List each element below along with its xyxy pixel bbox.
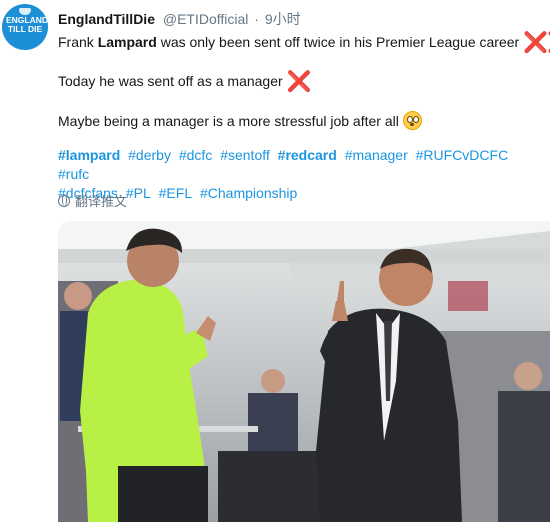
photo-illustration	[58, 221, 550, 522]
translate-label: 翻译推文	[75, 194, 128, 209]
hashtag[interactable]: #sentoff	[220, 147, 270, 163]
tweet-photo[interactable]	[58, 221, 550, 522]
user-handle[interactable]: @ETIDofficial	[163, 11, 249, 27]
shield-icon	[19, 8, 31, 15]
avatar-text-line-2: TILL DIE	[7, 24, 43, 34]
tweet-line-3: Maybe being a manager is a more stressfu…	[58, 111, 538, 130]
hashtag[interactable]: #RUFCvDCFC	[416, 147, 509, 163]
hashtag[interactable]: #PL	[126, 185, 151, 201]
hashtag[interactable]: #manager	[345, 147, 408, 163]
avatar[interactable]: ENGLAND TILL DIE	[2, 4, 48, 50]
tweet-line-2: Today he was sent off as a manager ❌	[58, 71, 312, 93]
display-name[interactable]: EnglandTillDie	[58, 11, 155, 27]
hashtag[interactable]: #dcfc	[179, 147, 212, 163]
hashtag[interactable]: #derby	[128, 147, 171, 163]
hashtag[interactable]: #rufc	[58, 166, 89, 182]
globe-icon	[58, 194, 70, 207]
cross-mark-icon: ❌❌	[523, 32, 550, 54]
flushed-face-icon	[402, 111, 422, 130]
hashtag-list: #lampard #derby #dcfc #sentoff #redcard …	[58, 146, 528, 203]
tweet-line-1: Frank Lampard was only been sent off twi…	[58, 33, 550, 53]
cross-mark-icon: ❌	[286, 71, 312, 93]
translate-tweet-link[interactable]: 翻译推文	[58, 191, 127, 210]
hashtag[interactable]: #EFL	[159, 185, 192, 201]
timestamp[interactable]: 9小时	[265, 11, 301, 27]
separator: ·	[254, 11, 259, 27]
hashtag[interactable]: #Championship	[200, 185, 297, 201]
hashtag[interactable]: #lampard	[58, 147, 120, 163]
tweet-header: EnglandTillDie @ETIDofficial · 9小时	[58, 9, 301, 29]
hashtag[interactable]: #redcard	[278, 147, 337, 163]
bold-name: Lampard	[97, 34, 157, 50]
tweet-text: Frank Lampard was only been sent off twi…	[58, 33, 550, 130]
